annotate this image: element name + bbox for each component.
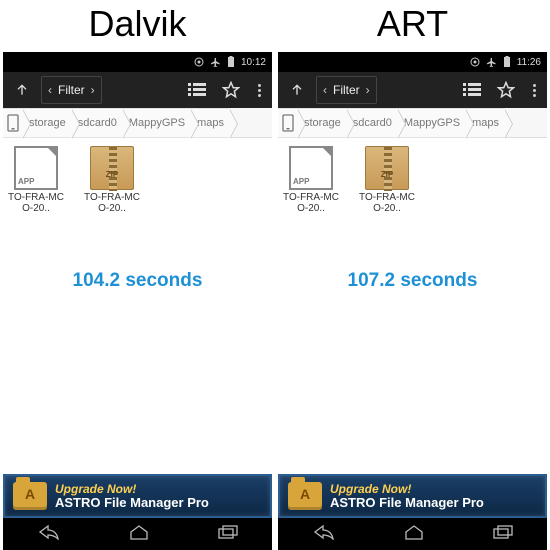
android-nav-bar <box>278 518 547 550</box>
toolbar: ‹ Filter › <box>278 72 547 108</box>
file-item[interactable]: APP TO-FRA-MCO-20.. <box>282 146 340 214</box>
status-bar: 10:12 <box>3 52 272 72</box>
up-button[interactable] <box>7 75 37 105</box>
view-list-button[interactable] <box>457 75 487 105</box>
filter-dropdown[interactable]: ‹ Filter › <box>316 76 377 104</box>
view-list-button[interactable] <box>182 75 212 105</box>
filter-label: Filter <box>333 83 360 97</box>
back-button[interactable] <box>38 524 60 545</box>
panel-title: Dalvik <box>0 0 275 52</box>
favorite-button[interactable] <box>491 75 521 105</box>
zip-file-icon: ZIP <box>365 146 409 190</box>
file-name: TO-FRA-MCO-20.. <box>83 192 141 214</box>
panel-title: ART <box>275 0 550 52</box>
ad-text: Upgrade Now! ASTRO File Manager Pro <box>330 483 484 509</box>
breadcrumb-device[interactable] <box>278 108 298 138</box>
phone-screen: 11:26 ‹ Filter › storage sdcard0 MappyGP… <box>278 52 547 550</box>
airplane-mode-icon <box>486 57 497 68</box>
file-grid: APP TO-FRA-MCO-20.. ZIP TO-FRA-MCO-20.. <box>278 138 547 222</box>
file-item[interactable]: ZIP TO-FRA-MCO-20.. <box>358 146 416 214</box>
battery-icon <box>227 56 235 68</box>
clock: 11:26 <box>517 57 541 68</box>
phone-icon <box>282 114 294 132</box>
file-item[interactable]: ZIP TO-FRA-MCO-20.. <box>83 146 141 214</box>
breadcrumb: storage sdcard0 MappyGPS maps <box>3 108 272 138</box>
file-name: TO-FRA-MCO-20.. <box>7 192 65 214</box>
filter-dropdown[interactable]: ‹ Filter › <box>41 76 102 104</box>
filter-label: Filter <box>58 83 85 97</box>
clock: 10:12 <box>241 57 266 68</box>
home-button[interactable] <box>129 524 149 545</box>
upgrade-ad-banner[interactable]: Upgrade Now! ASTRO File Manager Pro <box>278 474 547 518</box>
app-file-icon: APP <box>14 146 58 190</box>
status-bar: 11:26 <box>278 52 547 72</box>
file-grid: APP TO-FRA-MCO-20.. ZIP TO-FRA-MCO-20.. <box>3 138 272 222</box>
chevron-left-icon: ‹ <box>323 83 327 97</box>
file-name: TO-FRA-MCO-20.. <box>282 192 340 214</box>
favorite-button[interactable] <box>216 75 246 105</box>
astro-logo-icon <box>288 482 322 510</box>
astro-logo-icon <box>13 482 47 510</box>
breadcrumb-item[interactable]: MappyGPS <box>123 108 191 138</box>
airplane-mode-icon <box>210 57 221 68</box>
overflow-menu-button[interactable] <box>250 84 268 97</box>
app-file-icon: APP <box>289 146 333 190</box>
up-button[interactable] <box>282 75 312 105</box>
breadcrumb-item[interactable]: MappyGPS <box>398 108 466 138</box>
file-item[interactable]: APP TO-FRA-MCO-20.. <box>7 146 65 214</box>
recents-button[interactable] <box>218 525 238 544</box>
battery-icon <box>503 56 511 68</box>
toolbar: ‹ Filter › <box>3 72 272 108</box>
breadcrumb: storage sdcard0 MappyGPS maps <box>278 108 547 138</box>
back-button[interactable] <box>313 524 335 545</box>
ad-text: Upgrade Now! ASTRO File Manager Pro <box>55 483 209 509</box>
chevron-right-icon: › <box>366 83 370 97</box>
phone-screen: 10:12 ‹ Filter › storage sdcard0 MappyGP… <box>3 52 272 550</box>
zip-file-icon: ZIP <box>90 146 134 190</box>
upgrade-ad-banner[interactable]: Upgrade Now! ASTRO File Manager Pro <box>3 474 272 518</box>
overflow-menu-button[interactable] <box>525 84 543 97</box>
gps-icon <box>194 57 204 67</box>
phone-icon <box>7 114 19 132</box>
home-button[interactable] <box>404 524 424 545</box>
timing-result: 104.2 seconds <box>3 270 272 292</box>
file-name: TO-FRA-MCO-20.. <box>358 192 416 214</box>
recents-button[interactable] <box>493 525 513 544</box>
chevron-left-icon: ‹ <box>48 83 52 97</box>
android-nav-bar <box>3 518 272 550</box>
chevron-right-icon: › <box>91 83 95 97</box>
breadcrumb-device[interactable] <box>3 108 23 138</box>
timing-result: 107.2 seconds <box>278 270 547 292</box>
gps-icon <box>470 57 480 67</box>
